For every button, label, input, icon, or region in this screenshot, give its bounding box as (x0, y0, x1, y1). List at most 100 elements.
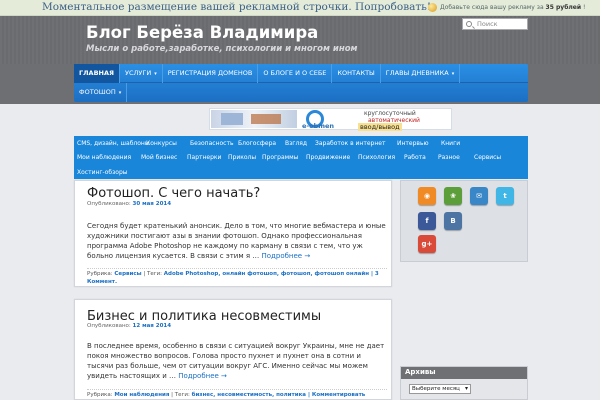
category-misc[interactable]: Разное (435, 154, 471, 161)
chevron-down-icon: ▾ (154, 70, 157, 77)
nav-item-about[interactable]: О БЛОГЕ И О СЕБЕ (258, 63, 333, 83)
nav-item-contacts[interactable]: КОНТАКТЫ (332, 63, 381, 83)
category-row-2: Мои наблюдения Мой бизнес Партнерки Прик… (74, 150, 511, 164)
post-rubric[interactable]: Мои наблюдения (114, 392, 169, 398)
main-nav-row-2: ФОТОШОП ▾ (74, 83, 128, 102)
post-title[interactable]: Бизнес и политика несовместимы (87, 309, 321, 324)
facebook-glyph: f (425, 217, 429, 225)
post-published-label: Опубликовано: (87, 201, 133, 207)
category-row-1: CMS, дизайн, шаблоны Конкурсы Безопаснос… (74, 136, 468, 150)
category-promotion[interactable]: Продвижение (303, 154, 355, 161)
exchange-banner[interactable]: e-obmen круглосуточный автоматический вв… (209, 108, 452, 131)
category-books[interactable]: Книги (438, 140, 468, 147)
banner-line-3: ввод/вывод (358, 123, 402, 131)
post-published-label: Опубликовано: (87, 323, 133, 329)
chevron-down-icon: ▾ (118, 90, 122, 96)
mail-icon[interactable]: ✉ (470, 187, 488, 205)
nav-item-label: ГЛАВЫ ДНЕВНИКА (385, 68, 449, 77)
category-business[interactable]: Мой бизнес (138, 154, 184, 161)
banner-brand: e-obmen (302, 122, 335, 130)
category-blogosphere[interactable]: Блогосфера (235, 140, 282, 147)
archive-month-select[interactable]: Выберите месяц (409, 384, 471, 394)
site-title[interactable]: Блог Берёза Владимира (86, 23, 318, 42)
nav-item-domains[interactable]: РЕГИСТРАЦИЯ ДОМЕНОВ (163, 63, 259, 83)
google-plus-icon[interactable]: g+ (418, 235, 436, 253)
category-jokes[interactable]: Приколы (225, 154, 259, 161)
post-title[interactable]: Фотошоп. С чего начать? (87, 186, 260, 201)
post-tags[interactable]: бизнес, несовместимость, политика (192, 392, 306, 398)
category-cms[interactable]: CMS, дизайн, шаблоны (74, 140, 150, 147)
post-meta: Опубликовано: 12 мая 2014 (87, 323, 171, 329)
post-tags[interactable]: Adobe Photoshop, онлайн фотошоп, фотошоп… (164, 271, 369, 277)
category-security[interactable]: Безопасность (187, 140, 235, 147)
nav-item-photoshop[interactable]: ФОТОШОП ▾ (74, 83, 128, 102)
post-card: Бизнес и политика несовместимы Опубликов… (74, 299, 392, 400)
category-earning[interactable]: Заработок в интернет (312, 140, 394, 147)
post-excerpt: Сегодня будет кратенький анонсик. Дело в… (87, 221, 387, 261)
post-rubric-label: Рубрика: (87, 271, 115, 277)
post-excerpt: В последнее время, особенно в связи с си… (87, 341, 387, 381)
nav-item-diary[interactable]: ГЛАВЫ ДНЕВНИКА ▾ (381, 63, 461, 83)
post-rubric-label: Рубрика: (87, 392, 115, 398)
category-interview[interactable]: Интервью (394, 140, 438, 147)
rss-icon[interactable]: ◉ (418, 187, 436, 205)
post-footer: Рубрика: Мои наблюдения | Теги: бизнес, … (87, 389, 387, 399)
nav-item-label: УСЛУГИ (125, 68, 152, 77)
category-observations[interactable]: Мои наблюдения (74, 154, 138, 161)
main-navigation: ГЛАВНАЯ УСЛУГИ ▾ РЕГИСТРАЦИЯ ДОМЕНОВ О БЛ… (74, 63, 528, 102)
nav-item-label: КОНТАКТЫ (337, 68, 375, 77)
category-hosting[interactable]: Хостинг-обзоры (74, 169, 128, 176)
search-icon (466, 21, 472, 27)
category-services[interactable]: Сервисы (471, 154, 511, 161)
banner-line-1: круглосуточный (364, 110, 416, 117)
category-affiliates[interactable]: Партнерки (184, 154, 225, 161)
top-ad-bar: Моментальное размещение вашей рекламной … (0, 0, 600, 16)
post-footer: Рубрика: Сервисы | Теги: Adobe Photoshop… (87, 268, 387, 286)
rss-glyph: ◉ (423, 192, 431, 200)
vkontakte-icon[interactable]: B (444, 212, 462, 230)
ad-offer-text[interactable]: Добавьте сюда вашу рекламу за 35 рублей … (440, 4, 585, 11)
feedburner-glyph: ❀ (450, 192, 456, 200)
post-excerpt-text: В последнее время, особенно в связи с си… (87, 342, 385, 380)
category-work[interactable]: Работа (401, 154, 435, 161)
category-software[interactable]: Программы (259, 154, 303, 161)
nav-item-home[interactable]: ГЛАВНАЯ (74, 63, 121, 83)
archive-title: Архивы (401, 367, 527, 379)
coin-icon (428, 3, 437, 12)
facebook-icon[interactable]: f (418, 212, 436, 230)
category-contests[interactable]: Конкурсы (143, 140, 187, 147)
post-meta: Опубликовано: 30 мая 2014 (87, 201, 171, 207)
nav-item-label: ГЛАВНАЯ (79, 68, 115, 77)
main-nav-row-1: ГЛАВНАЯ УСЛУГИ ▾ РЕГИСТРАЦИЯ ДОМЕНОВ О БЛ… (74, 63, 528, 83)
ad-link[interactable]: Моментальное размещение вашей рекламной … (42, 1, 431, 13)
nav-item-label: РЕГИСТРАЦИЯ ДОМЕНОВ (167, 68, 253, 77)
twitter-icon[interactable]: t (496, 187, 514, 205)
post-rubric[interactable]: Сервисы (114, 271, 141, 277)
post-comments[interactable]: | Комментировать (306, 392, 365, 398)
social-widget: ◉ ❀ ✉ t f B g+ (400, 180, 528, 262)
read-more-link[interactable]: Подробнее → (261, 252, 310, 260)
twitter-glyph: t (503, 192, 507, 200)
ad-offer-prefix: Добавьте сюда вашу рекламу за (440, 4, 546, 11)
archive-widget: Архивы Выберите месяц (400, 366, 528, 400)
category-view[interactable]: Взгляд (282, 140, 312, 147)
mail-glyph: ✉ (476, 192, 482, 200)
category-navigation: CMS, дизайн, шаблоны Конкурсы Безопаснос… (74, 136, 528, 179)
vkontakte-glyph: B (450, 217, 456, 225)
post-tags-label: | Теги: (141, 271, 164, 277)
read-more-link[interactable]: Подробнее → (178, 372, 227, 380)
chevron-down-icon: ▾ (451, 70, 455, 77)
post-date[interactable]: 30 мая 2014 (133, 201, 172, 207)
banner-image (211, 110, 297, 128)
nav-item-label: О БЛОГЕ И О СЕБЕ (263, 68, 327, 77)
search-input[interactable]: Поиск (462, 18, 528, 30)
post-date[interactable]: 12 мая 2014 (133, 323, 172, 329)
google-plus-glyph: g+ (421, 240, 433, 248)
post-excerpt-text: Сегодня будет кратенький анонсик. Дело в… (87, 222, 386, 260)
site-description: Мысли о работе,заработке, психологии и м… (86, 44, 358, 54)
feedburner-icon[interactable]: ❀ (444, 187, 462, 205)
post-tags-label: | Теги: (169, 392, 192, 398)
category-psychology[interactable]: Психология (355, 154, 401, 161)
post-card: Фотошоп. С чего начать? Опубликовано: 30… (74, 180, 392, 287)
nav-item-services[interactable]: УСЛУГИ ▾ (120, 63, 163, 83)
